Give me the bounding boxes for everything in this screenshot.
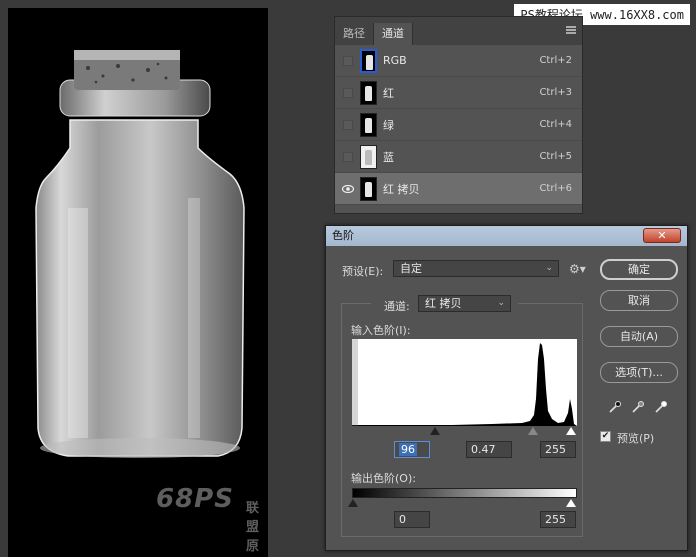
histogram-graph [352, 339, 577, 426]
channel-row-green[interactable]: 绿 Ctrl+4 [335, 109, 582, 141]
channel-thumbnail [360, 144, 377, 169]
auto-button[interactable]: 自动(A) [600, 326, 678, 347]
channel-name: 绿 [383, 118, 394, 132]
chevron-down-icon: ⌄ [497, 298, 505, 308]
channel-shortcut: Ctrl+6 [539, 183, 572, 194]
output-white-field[interactable]: 255 [540, 511, 576, 528]
close-button[interactable]: ✕ [643, 228, 681, 243]
input-white-field[interactable]: 255 [540, 441, 576, 458]
channel-shortcut: Ctrl+3 [539, 87, 572, 98]
cancel-button[interactable]: 取消 [600, 290, 678, 311]
channel-thumbnail [360, 48, 377, 73]
preset-label: 预设(E): [342, 265, 384, 278]
channel-shortcut: Ctrl+5 [539, 151, 572, 162]
channel-thumbnail [360, 112, 377, 137]
output-gradient [352, 488, 577, 498]
output-levels-label: 输出色阶(O): [351, 472, 416, 485]
channel-row-rgb[interactable]: RGB Ctrl+2 [335, 45, 582, 77]
ok-button[interactable]: 确定 [600, 259, 678, 280]
channel-row-red-copy[interactable]: 红 拷贝 Ctrl+6 [335, 173, 582, 205]
channel-name: 红 [383, 86, 394, 100]
output-black-field[interactable]: 0 [394, 511, 430, 528]
bottle-image [35, 50, 245, 458]
panel-tabs: 路径 通道 [335, 17, 582, 45]
white-eyedropper-icon[interactable] [654, 400, 668, 418]
input-black-field[interactable]: 96 [394, 441, 430, 458]
channel-name: 蓝 [383, 150, 394, 164]
dialog-title: 色阶 [332, 229, 354, 242]
channel-value: 红 拷贝 [425, 297, 462, 310]
input-white-slider[interactable] [566, 427, 576, 435]
channel-label: 通道: [384, 300, 410, 313]
output-white-slider[interactable] [566, 499, 576, 507]
channel-shortcut: Ctrl+4 [539, 119, 572, 130]
document-canvas[interactable]: 68PS 联盟原创 [8, 8, 268, 557]
eye-icon[interactable] [340, 181, 356, 197]
input-black-value: 96 [399, 443, 417, 456]
black-eyedropper-icon[interactable] [608, 400, 622, 418]
channel-name: 红 拷贝 [383, 182, 420, 196]
input-black-slider[interactable] [430, 427, 440, 435]
chevron-down-icon: ⌄ [545, 263, 553, 273]
panel-menu-icon[interactable] [566, 26, 576, 34]
channel-row-red[interactable]: 红 Ctrl+3 [335, 77, 582, 109]
preset-select[interactable]: 自定 ⌄ [393, 260, 559, 277]
preview-checkbox[interactable]: ✔ [600, 431, 611, 442]
output-black-slider[interactable] [348, 499, 358, 507]
site-logo: 68PS [156, 484, 234, 514]
channel-row-blue[interactable]: 蓝 Ctrl+5 [335, 141, 582, 173]
visibility-toggle[interactable] [340, 53, 356, 69]
visibility-toggle[interactable] [340, 117, 356, 133]
channel-name: RGB [383, 54, 407, 67]
input-gamma-slider[interactable] [528, 427, 538, 435]
preset-value: 自定 [400, 262, 422, 275]
dialog-titlebar[interactable]: 色阶 ✕ [326, 226, 687, 246]
options-button[interactable]: 选项(T)... [600, 362, 678, 383]
channel-thumbnail [360, 80, 377, 105]
channel-select[interactable]: 红 拷贝 ⌄ [418, 295, 511, 312]
site-logo-subtext: 联盟原创 [246, 501, 260, 554]
gear-icon[interactable]: ⚙▾ [569, 262, 586, 276]
preview-label: 预览(P) [617, 432, 655, 445]
histogram [352, 339, 577, 426]
channels-panel: 路径 通道 RGB Ctrl+2 红 Ctrl+3 绿 Ctrl+4 蓝 Ctr… [334, 16, 583, 214]
input-gamma-field[interactable]: 0.47 [466, 441, 512, 458]
input-levels-label: 输入色阶(I): [351, 324, 411, 337]
tab-paths[interactable]: 路径 [335, 23, 374, 45]
visibility-toggle[interactable] [340, 85, 356, 101]
channel-thumbnail [360, 176, 377, 201]
visibility-toggle[interactable] [340, 149, 356, 165]
channel-shortcut: Ctrl+2 [539, 55, 572, 66]
gray-eyedropper-icon[interactable] [631, 400, 645, 418]
tab-channels[interactable]: 通道 [374, 23, 413, 45]
